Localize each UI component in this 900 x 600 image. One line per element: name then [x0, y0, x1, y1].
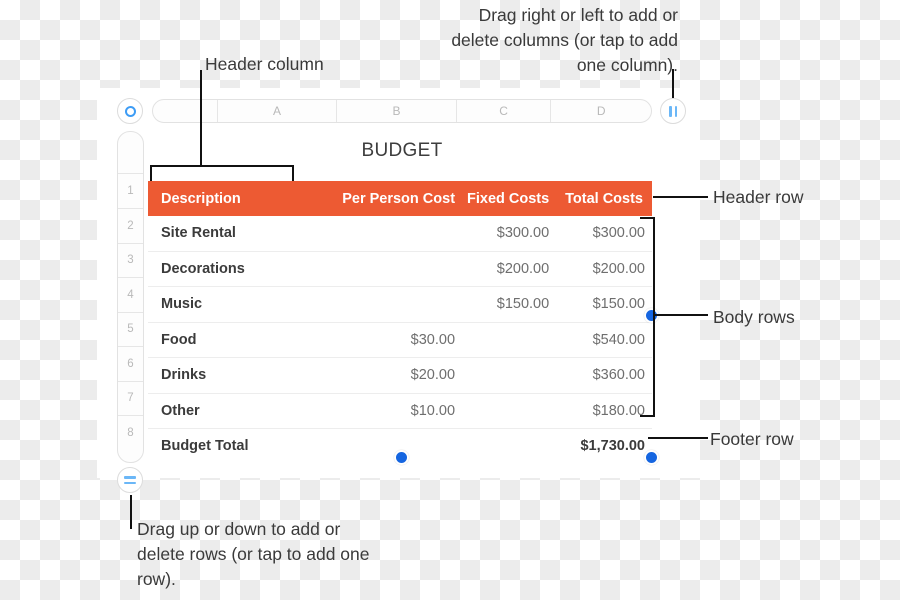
vertical-bars-icon: [669, 105, 677, 117]
table-row[interactable]: Music $150.00 $150.00: [148, 286, 652, 323]
cell-total-costs[interactable]: $200.00: [549, 251, 652, 287]
column-header-a[interactable]: A: [218, 100, 338, 122]
header-cell-per-person-cost[interactable]: Per Person Cost: [336, 181, 456, 216]
row-number-gutter[interactable]: 1 2 3 4 5 6 7 8: [117, 131, 144, 463]
selection-dot-bottom[interactable]: [394, 450, 409, 465]
annotation-header-column: Header column: [205, 54, 324, 74]
cell-description[interactable]: Decorations: [148, 251, 337, 287]
row-number-cell[interactable]: 6: [118, 347, 143, 382]
column-header-c[interactable]: C: [457, 100, 552, 122]
annotation-columns-hint: Drag right or left to add or delete colu…: [451, 5, 678, 75]
cell-total-costs[interactable]: $150.00: [549, 286, 652, 323]
cell-description[interactable]: Drinks: [148, 357, 337, 394]
annotation-body-rows: Body rows: [713, 307, 795, 327]
leader-line-header-row: [653, 196, 708, 198]
table-header-row[interactable]: Description Per Person Cost Fixed Costs …: [148, 181, 652, 216]
header-cell-total-costs[interactable]: Total Costs: [549, 181, 652, 216]
bracket-header-column-right: [292, 165, 294, 181]
row-resize-handle[interactable]: [117, 467, 143, 493]
leader-line-header-column: [200, 70, 202, 166]
budget-table: Description Per Person Cost Fixed Costs …: [148, 181, 652, 463]
row-number-cell[interactable]: 7: [118, 382, 143, 416]
bracket-header-column-top: [150, 165, 294, 167]
horizontal-bars-icon: [124, 476, 136, 484]
cell-fixed-costs[interactable]: $300.00: [455, 216, 550, 252]
footer-cell-total-costs[interactable]: $1,730.00: [549, 429, 652, 464]
leader-line-footer-row: [648, 437, 708, 439]
row-number-cell[interactable]: 8: [118, 416, 143, 450]
annotation-rows-hint: Drag up or down to add or delete rows (o…: [137, 519, 370, 589]
cell-total-costs[interactable]: $180.00: [549, 393, 652, 429]
cell-description[interactable]: Food: [148, 322, 337, 358]
table-select-handle[interactable]: [117, 98, 143, 124]
leader-line-body-rows: [655, 314, 708, 316]
cell-fixed-costs[interactable]: [455, 357, 550, 394]
cell-description[interactable]: Music: [148, 286, 337, 323]
cell-fixed-costs[interactable]: $200.00: [455, 251, 550, 287]
cell-per-person-cost[interactable]: [336, 286, 456, 323]
row-number-cell[interactable]: [118, 132, 143, 174]
leader-line-rows: [130, 495, 132, 529]
cell-fixed-costs[interactable]: $150.00: [455, 286, 550, 323]
cell-per-person-cost[interactable]: $30.00: [336, 322, 456, 358]
row-number-cell[interactable]: 5: [118, 313, 143, 347]
annotation-header-row: Header row: [713, 187, 804, 207]
bracket-header-column-left: [150, 165, 152, 181]
table-title: BUDGET: [361, 140, 443, 161]
column-header-d[interactable]: D: [551, 100, 651, 122]
cell-fixed-costs[interactable]: [455, 322, 550, 358]
cell-total-costs[interactable]: $300.00: [549, 216, 652, 252]
footer-cell-fixed-costs[interactable]: [455, 429, 549, 464]
column-resize-handle[interactable]: [660, 98, 686, 124]
column-header-bar[interactable]: A B C D: [152, 99, 652, 123]
table-row[interactable]: Site Rental $300.00 $300.00: [148, 216, 652, 252]
row-number-cell[interactable]: 4: [118, 278, 143, 313]
cell-per-person-cost[interactable]: [336, 251, 456, 287]
table-row[interactable]: Drinks $20.00 $360.00: [148, 357, 652, 394]
cell-description[interactable]: Site Rental: [148, 216, 337, 252]
column-header-b[interactable]: B: [337, 100, 457, 122]
table-row[interactable]: Food $30.00 $540.00: [148, 322, 652, 358]
circle-ring-icon: [124, 105, 136, 117]
cell-fixed-costs[interactable]: [455, 393, 550, 429]
header-cell-description[interactable]: Description: [148, 181, 337, 216]
cell-per-person-cost[interactable]: $10.00: [336, 393, 456, 429]
cell-total-costs[interactable]: $360.00: [549, 357, 652, 394]
cell-per-person-cost[interactable]: [336, 216, 456, 252]
annotation-footer-row: Footer row: [710, 429, 794, 449]
cell-total-costs[interactable]: $540.00: [549, 322, 652, 358]
cell-per-person-cost[interactable]: $20.00: [336, 357, 456, 394]
selection-dot-corner[interactable]: [644, 450, 659, 465]
table-row[interactable]: Decorations $200.00 $200.00: [148, 251, 652, 287]
bracket-body-rows: [640, 217, 655, 417]
row-number-cell[interactable]: 2: [118, 209, 143, 244]
header-cell-fixed-costs[interactable]: Fixed Costs: [455, 181, 550, 216]
row-number-cell[interactable]: 3: [118, 244, 143, 278]
column-header-corner[interactable]: [153, 100, 218, 122]
table-row[interactable]: Other $10.00 $180.00: [148, 393, 652, 429]
footer-cell-description[interactable]: Budget Total: [148, 429, 337, 464]
row-number-cell[interactable]: 1: [118, 174, 143, 209]
cell-description[interactable]: Other: [148, 393, 337, 429]
